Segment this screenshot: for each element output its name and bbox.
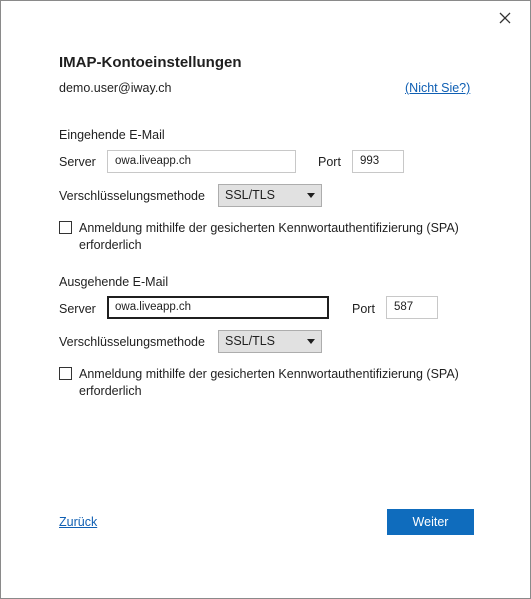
dialog-title: IMAP-Kontoeinstellungen — [59, 54, 242, 71]
incoming-encryption-value: SSL/TLS — [225, 188, 276, 202]
not-you-link[interactable]: (Nicht Sie?) — [405, 81, 470, 95]
outgoing-server-input[interactable]: owa.liveapp.ch — [107, 296, 329, 319]
account-email: demo.user@iway.ch — [59, 81, 172, 95]
next-button[interactable]: Weiter — [387, 509, 474, 535]
incoming-spa-checkbox[interactable] — [59, 221, 72, 234]
outgoing-encryption-select[interactable]: SSL/TLS — [218, 330, 322, 353]
incoming-server-label: Server — [59, 155, 96, 169]
incoming-spa-label: Anmeldung mithilfe der gesicherten Kennw… — [79, 221, 459, 252]
outgoing-spa-label: Anmeldung mithilfe der gesicherten Kennw… — [79, 367, 459, 398]
outgoing-encryption-value: SSL/TLS — [225, 334, 276, 348]
incoming-port-input[interactable]: 993 — [352, 150, 404, 173]
outgoing-server-label: Server — [59, 302, 96, 316]
incoming-port-label: Port — [318, 155, 341, 169]
outgoing-heading: Ausgehende E-Mail — [59, 275, 169, 289]
back-link[interactable]: Zurück — [59, 515, 97, 529]
incoming-encryption-select[interactable]: SSL/TLS — [218, 184, 322, 207]
incoming-encryption-label: Verschlüsselungsmethode — [59, 189, 205, 203]
incoming-server-input[interactable]: owa.liveapp.ch — [107, 150, 296, 173]
outgoing-encryption-label: Verschlüsselungsmethode — [59, 335, 205, 349]
incoming-heading: Eingehende E-Mail — [59, 128, 165, 142]
imap-settings-dialog: IMAP-Kontoeinstellungen demo.user@iway.c… — [0, 0, 531, 599]
chevron-down-icon — [307, 193, 315, 198]
outgoing-port-input[interactable]: 587 — [386, 296, 438, 319]
outgoing-port-label: Port — [352, 302, 375, 316]
close-icon — [499, 12, 511, 24]
outgoing-spa-checkbox[interactable] — [59, 367, 72, 380]
close-button[interactable] — [494, 7, 516, 29]
chevron-down-icon — [307, 339, 315, 344]
